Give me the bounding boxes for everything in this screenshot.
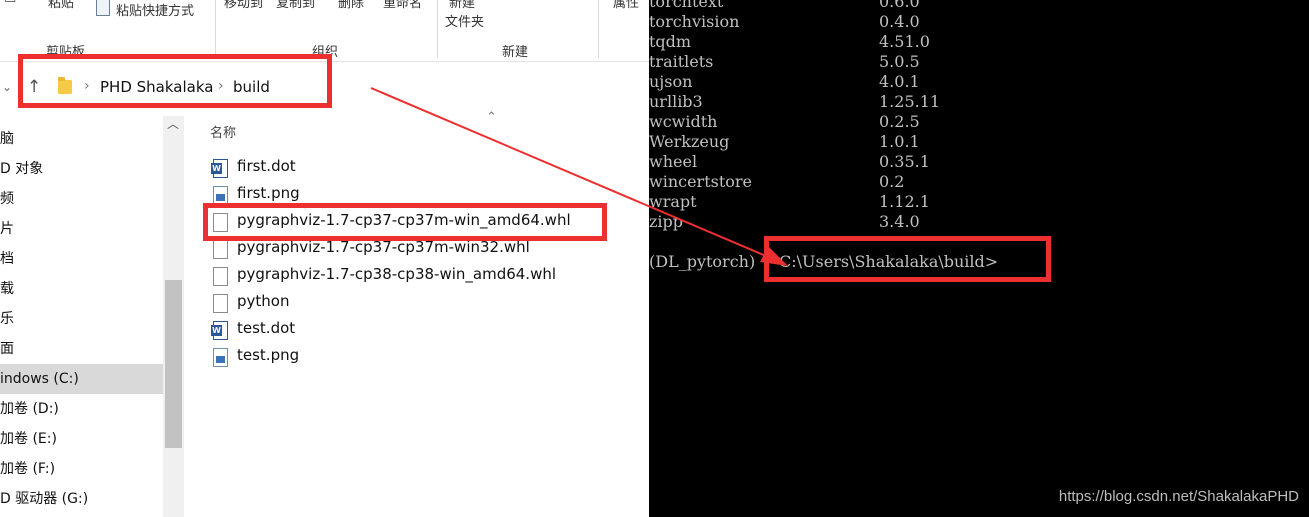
file-name: first.png [237,184,300,202]
package-name: torchtext [649,0,724,11]
pip-list-row: wrapt 1.12.1 [649,192,1249,212]
properties-button[interactable]: 属性 [613,0,639,11]
file-row[interactable]: test.dot [210,317,630,344]
file-row[interactable]: test.png [210,344,630,371]
file-name: pygraphviz-1.7-cp38-cp38-win_amd64.whl [237,265,557,283]
move-to-button[interactable]: 移动到 [224,0,263,11]
png-image-icon [213,348,228,367]
package-version: 0.2.5 [879,112,920,131]
nav-scrollbar-thumb[interactable] [165,280,182,448]
column-header-name[interactable]: 名称 [210,122,236,141]
pip-list-row: wincertstore 0.2 [649,172,1249,192]
pip-list-row: traitlets 5.0.5 [649,52,1249,72]
pip-list-row: torchvision 0.4.0 [649,12,1249,32]
rename-button[interactable]: 重命名 [383,0,422,11]
word-doc-icon [211,159,228,178]
paste-button[interactable]: 粘贴 [48,0,74,11]
nav-item[interactable]: 片 [0,214,163,244]
pip-list-row: urllib3 1.25.11 [649,92,1249,112]
delete-button[interactable]: 删除 [338,0,364,11]
package-version: 0.4.0 [879,12,920,31]
package-version: 0.2 [879,172,905,191]
nav-item-drive-e[interactable]: 加卷 (E:) [0,424,163,454]
nav-item[interactable]: 脑 [0,124,163,154]
scroll-up-chevron-icon[interactable]: ︿ [167,115,179,132]
pip-list-row: wcwidth 0.2.5 [649,112,1249,132]
recent-locations-chevron-icon[interactable]: ⌄ [2,80,12,94]
package-name: wcwidth [649,112,718,131]
paste-shortcut-icon [96,0,110,16]
word-doc-icon [211,321,228,340]
package-version: 1.25.11 [879,92,941,111]
ribbon-separator [598,0,599,58]
blank-file-icon [213,294,228,313]
package-name: tqdm [649,32,692,51]
pip-list-row: torchtext 0.6.0 [649,0,1249,12]
package-name: wrapt [649,192,697,211]
package-name: urllib3 [649,92,703,111]
package-name: wheel [649,152,698,171]
file-row[interactable]: first.dot [210,155,630,182]
package-version: 4.0.1 [879,72,920,91]
nav-item-drive-c[interactable]: indows (C:) [0,364,163,394]
watermark: https://blog.csdn.net/ShakalakaPHD [1058,488,1299,505]
new-item-label[interactable]: 新建 [449,0,475,11]
file-name: first.dot [237,157,296,175]
pip-list-row: tqdm 4.51.0 [649,32,1249,52]
package-version: 0.6.0 [879,0,920,11]
pip-list-row: ujson 4.0.1 [649,72,1249,92]
package-name: wincertstore [649,172,753,191]
ribbon-copy-icon[interactable]: ▭ [4,0,16,7]
nav-item-drive-g[interactable]: D 驱动器 (G:) [0,484,163,514]
package-name: Werkzeug [649,132,730,151]
nav-item[interactable]: D 对象 [0,154,163,184]
highlight-box-whl-file [203,203,607,241]
package-name: torchvision [649,12,740,31]
pip-list-row: Werkzeug 1.0.1 [649,132,1249,152]
ribbon-separator [437,0,438,58]
file-row[interactable]: pygraphviz-1.7-cp38-cp38-win_amd64.whl [210,263,630,290]
prompt-env: (DL_pytorch) [649,252,756,271]
file-name: test.dot [237,319,296,337]
pip-list-row: wheel 0.35.1 [649,152,1249,172]
sort-ascending-chevron-icon: ⌃ [486,110,497,125]
nav-item[interactable]: 档 [0,244,163,274]
package-name: traitlets [649,52,714,71]
package-version: 3.4.0 [879,212,920,231]
highlight-box-prompt [764,236,1051,282]
paste-shortcut-button[interactable]: 粘贴快捷方式 [116,0,194,19]
package-version: 5.0.5 [879,52,920,71]
file-name: python [237,292,290,310]
nav-item[interactable]: 面 [0,334,163,364]
package-version: 1.0.1 [879,132,920,151]
package-version: 4.51.0 [879,32,930,51]
blank-file-icon [213,240,228,259]
new-folder-button[interactable]: 文件夹 [445,11,484,30]
copy-to-button[interactable]: 复制到 [276,0,315,11]
nav-item[interactable]: 频 [0,184,163,214]
highlight-box-address [18,54,332,108]
nav-item-drive-d[interactable]: 加卷 (D:) [0,394,163,424]
group-new-label: 新建 [502,45,529,60]
blank-file-icon [213,267,228,286]
file-name: test.png [237,346,300,364]
nav-item[interactable]: 载 [0,274,163,304]
package-version: 0.35.1 [879,152,930,171]
nav-item[interactable]: 乐 [0,304,163,334]
pip-list-row: zipp 3.4.0 [649,212,1249,232]
package-name: zipp [649,212,684,231]
package-name: ujson [649,72,693,91]
package-version: 1.12.1 [879,192,930,211]
ribbon-toolbar: ▭ 粘贴 粘贴快捷方式 剪贴板 移动到 复制到 删除 重命名 组织 新建 文件夹… [0,0,649,62]
file-row[interactable]: python [210,290,630,317]
nav-item-drive-f[interactable]: 加卷 (F:) [0,454,163,484]
ribbon-separator [215,0,216,58]
